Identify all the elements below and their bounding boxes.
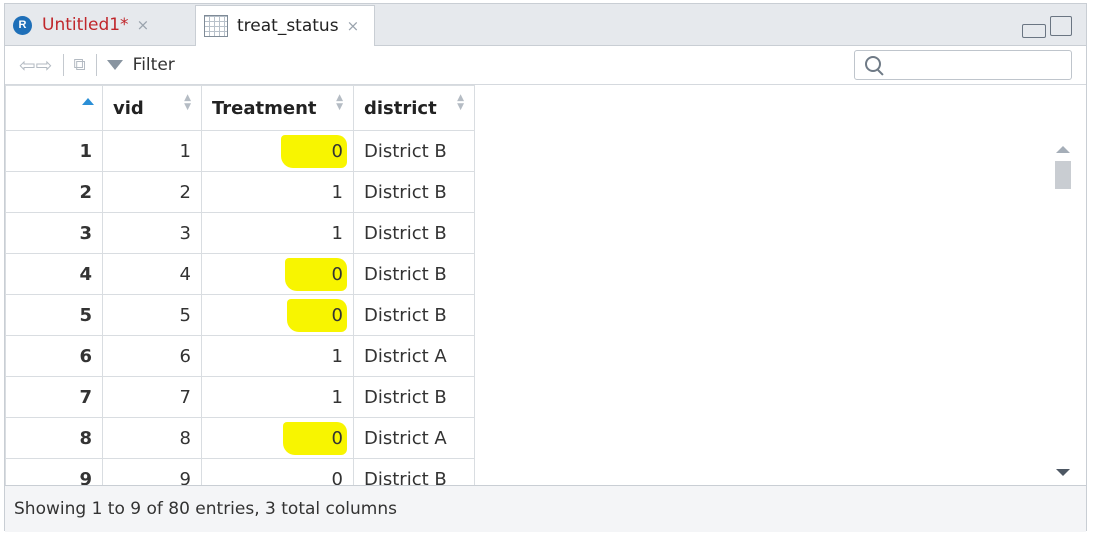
- treatment-cell: 0: [201, 458, 354, 485]
- data-table: vid ▲ ▼ Treatment ▲ ▼ district ▲ ▼ 1 1 0 Distr…: [5, 85, 475, 485]
- tab-untitled1[interactable]: R Untitled1* ×: [13, 5, 181, 45]
- treatment-cell: 0: [201, 253, 354, 295]
- entries-summary: Showing 1 to 9 of 80 entries, 3 total co…: [14, 499, 397, 519]
- close-icon[interactable]: ×: [137, 16, 150, 34]
- sort-icon: ▲ ▼: [457, 93, 464, 112]
- table-row: 7 7 1 District B: [5, 376, 475, 418]
- row-number-cell: 9: [5, 458, 103, 485]
- row-number-cell: 1: [5, 130, 103, 172]
- scroll-thumb[interactable]: [1055, 161, 1071, 189]
- table-row: 5 5 0 District B: [5, 294, 475, 336]
- table-row: 3 3 1 District B: [5, 212, 475, 254]
- status-bar: Showing 1 to 9 of 80 entries, 3 total co…: [5, 485, 1086, 532]
- scroll-down-icon[interactable]: [1056, 469, 1070, 476]
- vid-cell: 8: [102, 417, 202, 459]
- vertical-scrollbar[interactable]: [1054, 132, 1072, 484]
- table-row: 4 4 0 District B: [5, 253, 475, 295]
- toolbar-divider: [62, 54, 64, 76]
- popout-icon[interactable]: ⧉: [74, 55, 86, 75]
- row-number-cell: 6: [5, 335, 103, 377]
- row-number-cell: 4: [5, 253, 103, 295]
- vid-cell: 9: [102, 458, 202, 485]
- district-cell: District B: [353, 130, 475, 172]
- vid-cell: 4: [102, 253, 202, 295]
- tab-label: treat_status: [237, 16, 339, 36]
- minimize-icon[interactable]: [1022, 24, 1046, 38]
- data-viewer-window: R Untitled1* × treat_status × ⇦ ⇨ ⧉ Filt…: [4, 3, 1088, 532]
- column-header-treatment[interactable]: Treatment ▲ ▼: [201, 85, 354, 131]
- sort-icon: ▲ ▼: [336, 93, 343, 112]
- row-number-cell: 5: [5, 294, 103, 336]
- window-controls: [1022, 16, 1072, 38]
- search-input[interactable]: [889, 55, 1063, 74]
- sort-ascending-icon: [82, 98, 94, 105]
- data-grid-icon: [204, 15, 228, 37]
- table-row: 2 2 1 District B: [5, 171, 475, 213]
- funnel-icon: [106, 60, 123, 70]
- maximize-icon[interactable]: [1050, 16, 1072, 36]
- treatment-cell: 0: [201, 417, 354, 459]
- back-arrow-icon[interactable]: ⇦: [19, 53, 36, 77]
- table-row: 6 6 1 District A: [5, 335, 475, 377]
- vid-cell: 1: [102, 130, 202, 172]
- vid-cell: 7: [102, 376, 202, 418]
- viewer-toolbar: ⇦ ⇨ ⧉ Filter: [5, 46, 1086, 85]
- district-cell: District B: [353, 171, 475, 213]
- vid-cell: 3: [102, 212, 202, 254]
- toolbar-divider: [95, 54, 97, 76]
- treatment-cell: 1: [201, 335, 354, 377]
- vid-cell: 5: [102, 294, 202, 336]
- table-body: 1 1 0 District B 2 2 1 District B 3 3 1 District B4…: [5, 130, 475, 485]
- column-header-vid[interactable]: vid ▲ ▼: [102, 85, 202, 131]
- row-number-cell: 7: [5, 376, 103, 418]
- district-cell: District A: [353, 335, 475, 377]
- vid-cell: 6: [102, 335, 202, 377]
- close-icon[interactable]: ×: [347, 17, 360, 35]
- tab-label: Untitled1*: [42, 15, 129, 35]
- district-cell: District A: [353, 417, 475, 459]
- treatment-cell: 0: [201, 294, 354, 336]
- tab-treat-status[interactable]: treat_status ×: [195, 5, 375, 46]
- district-cell: District B: [353, 376, 475, 418]
- treatment-cell: 1: [201, 376, 354, 418]
- r-script-icon: R: [13, 12, 39, 37]
- filter-label: Filter: [132, 55, 175, 75]
- column-header-rownum[interactable]: [5, 85, 103, 131]
- treatment-cell: 0: [201, 130, 354, 172]
- district-cell: District B: [353, 253, 475, 295]
- row-number-cell: 2: [5, 171, 103, 213]
- district-cell: District B: [353, 458, 475, 485]
- filter-button[interactable]: Filter: [106, 55, 175, 75]
- district-cell: District B: [353, 294, 475, 336]
- search-icon: [865, 56, 881, 72]
- table-row: 9 9 0 District B: [5, 458, 475, 485]
- row-number-cell: 3: [5, 212, 103, 254]
- district-cell: District B: [353, 212, 475, 254]
- sort-icon: ▲ ▼: [184, 93, 191, 112]
- data-table-area: vid ▲ ▼ Treatment ▲ ▼ district ▲ ▼ 1 1 0 Distr…: [5, 85, 1088, 485]
- vid-cell: 2: [102, 171, 202, 213]
- treatment-cell: 1: [201, 212, 354, 254]
- row-number-cell: 8: [5, 417, 103, 459]
- table-row: 1 1 0 District B: [5, 130, 475, 172]
- table-row: 8 8 0 District A: [5, 417, 475, 459]
- treatment-cell: 1: [201, 171, 354, 213]
- tab-bar: R Untitled1* × treat_status ×: [5, 4, 1086, 46]
- column-header-district[interactable]: district ▲ ▼: [353, 85, 475, 131]
- scroll-up-icon[interactable]: [1056, 146, 1070, 153]
- search-box[interactable]: [854, 50, 1072, 80]
- header-row: vid ▲ ▼ Treatment ▲ ▼ district ▲ ▼: [5, 85, 475, 131]
- forward-arrow-icon[interactable]: ⇨: [36, 53, 53, 77]
